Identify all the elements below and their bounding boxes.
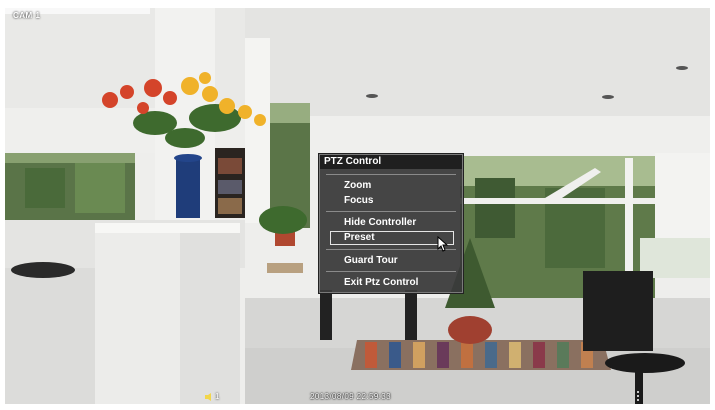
menu-item-preset[interactable]: Preset xyxy=(330,231,454,245)
ptz-group-tour: Guard Tour xyxy=(320,250,462,271)
timestamp: 2013/08/09 22:59:33 xyxy=(310,392,392,401)
channel-count: 1 xyxy=(215,392,220,401)
camera-label: CAM 1 xyxy=(13,11,41,20)
menu-item-focus[interactable]: Focus xyxy=(320,193,462,208)
menu-item-exit-ptz-control[interactable]: Exit Ptz Control xyxy=(320,275,462,290)
menu-item-guard-tour[interactable]: Guard Tour xyxy=(320,253,462,268)
camera-view[interactable]: CAM 1 PTZ Control Zoom Focus Hide Contro… xyxy=(5,8,710,404)
menu-item-hide-controller[interactable]: Hide Controller xyxy=(320,215,462,230)
status-bar: 1 2013/08/09 22:59:33 xyxy=(5,392,710,404)
ptz-menu-title: PTZ Control xyxy=(320,155,462,169)
speaker-icon xyxy=(205,393,211,401)
mouse-pointer-icon xyxy=(437,236,449,252)
ptz-group-lens: Zoom Focus xyxy=(320,175,462,211)
ptz-group-exit: Exit Ptz Control xyxy=(320,272,462,293)
ptz-control-menu: PTZ Control Zoom Focus Hide Controller P… xyxy=(319,154,463,293)
more-dots-icon[interactable] xyxy=(636,390,640,402)
menu-item-zoom[interactable]: Zoom xyxy=(320,178,462,193)
